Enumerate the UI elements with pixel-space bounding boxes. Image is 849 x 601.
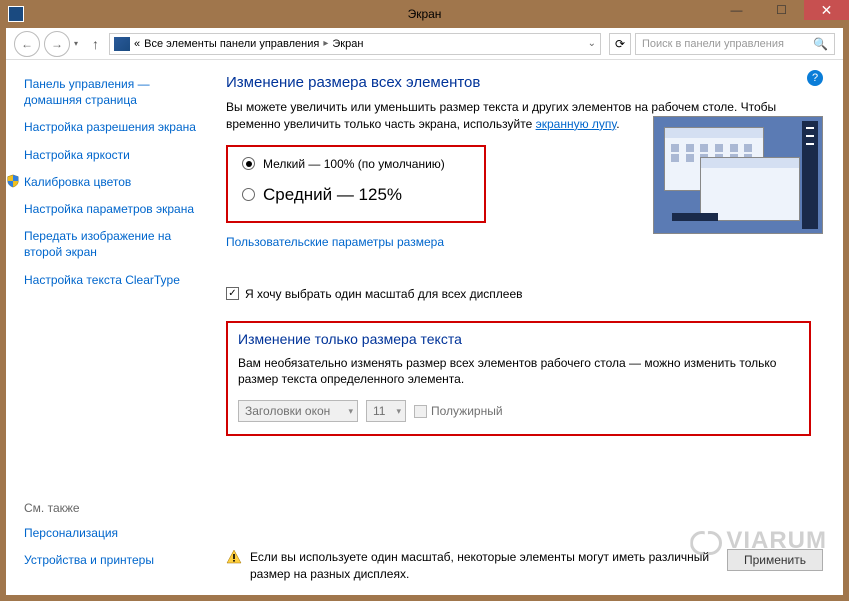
sidebar-link-calibration[interactable]: Калибровка цветов (6, 174, 204, 190)
up-button[interactable]: ↑ (92, 36, 99, 52)
see-also-devices[interactable]: Устройства и принтеры (24, 552, 154, 568)
bold-label: Полужирный (431, 404, 503, 418)
radio-icon (242, 157, 255, 170)
search-placeholder: Поиск в панели управления (642, 38, 813, 50)
sidebar-link-project[interactable]: Передать изображение на второй экран (24, 228, 204, 260)
sidebar-link-home[interactable]: Панель управления — домашняя страница (24, 76, 204, 108)
radio-medium[interactable]: Средний — 125% (242, 185, 470, 205)
breadcrumb-item[interactable]: Все элементы панели управления (144, 38, 319, 50)
breadcrumb-prefix: « (134, 38, 140, 50)
checkbox-icon (414, 405, 427, 418)
radio-small[interactable]: Мелкий — 100% (по умолчанию) (242, 157, 470, 171)
window-title: Экран (408, 7, 442, 21)
size-dropdown[interactable]: 11 (366, 400, 406, 422)
address-dropdown-icon[interactable]: ⌄ (588, 38, 596, 49)
shield-icon (6, 174, 20, 188)
see-also-heading: См. также (24, 501, 154, 515)
history-dropdown[interactable]: ▾ (74, 39, 78, 48)
checkbox-icon: ✓ (226, 287, 239, 300)
preview-illustration (653, 116, 823, 234)
maximize-button[interactable]: ☐ (759, 0, 804, 20)
magnifier-link[interactable]: экранную лупу (536, 117, 617, 131)
back-button[interactable]: ← (14, 31, 40, 57)
search-icon: 🔍 (813, 37, 828, 51)
desc-text-only: Вам необязательно изменять размер всех э… (238, 355, 799, 389)
refresh-button[interactable]: ⟳ (609, 33, 631, 55)
radio-medium-label: Средний — 125% (263, 185, 402, 205)
element-dropdown[interactable]: Заголовки окон (238, 400, 358, 422)
text-size-box: Изменение только размера текста Вам необ… (226, 321, 811, 437)
sidebar-link-screen-params[interactable]: Настройка параметров экрана (24, 201, 204, 217)
main-content: ? Изменение размера всех элементов Вы мо… (216, 60, 843, 595)
app-icon (8, 6, 24, 22)
radio-small-label: Мелкий — 100% (по умолчанию) (263, 157, 445, 171)
custom-size-link[interactable]: Пользовательские параметры размера (226, 235, 823, 249)
help-icon[interactable]: ? (807, 70, 823, 86)
address-bar[interactable]: « Все элементы панели управления ▸ Экран… (109, 33, 601, 55)
sidebar: Панель управления — домашняя страница На… (6, 60, 216, 595)
scale-options-box: Мелкий — 100% (по умолчанию) Средний — 1… (226, 145, 486, 223)
location-icon (114, 37, 130, 51)
bold-checkbox[interactable]: Полужирный (414, 404, 503, 418)
heading-resize-all: Изменение размера всех элементов (226, 74, 823, 91)
breadcrumb-separator-icon: ▸ (323, 38, 328, 49)
titlebar: Экран — ☐ ✕ (0, 0, 849, 28)
breadcrumb-item[interactable]: Экран (332, 38, 363, 50)
watermark-logo-icon (690, 531, 722, 551)
search-input[interactable]: Поиск в панели управления 🔍 (635, 33, 835, 55)
sidebar-link-brightness[interactable]: Настройка яркости (24, 147, 204, 163)
sidebar-link-resolution[interactable]: Настройка разрешения экрана (24, 119, 204, 135)
warning-text: Если вы используете один масштаб, некото… (250, 549, 719, 583)
see-also-section: См. также Персонализация Устройства и пр… (24, 501, 154, 579)
warning-icon (226, 549, 242, 565)
sidebar-link-cleartype[interactable]: Настройка текста ClearType (24, 272, 204, 288)
see-also-personalization[interactable]: Персонализация (24, 525, 154, 541)
close-button[interactable]: ✕ (804, 0, 849, 20)
radio-icon (242, 188, 255, 201)
single-scale-checkbox[interactable]: ✓ Я хочу выбрать один масштаб для всех д… (226, 287, 823, 301)
forward-button[interactable]: → (44, 31, 70, 57)
minimize-button[interactable]: — (714, 0, 759, 20)
single-scale-label: Я хочу выбрать один масштаб для всех дис… (245, 287, 523, 301)
navbar: ← → ▾ ↑ « Все элементы панели управления… (6, 28, 843, 60)
watermark: VIARUM (690, 527, 827, 555)
heading-text-only: Изменение только размера текста (238, 331, 799, 347)
